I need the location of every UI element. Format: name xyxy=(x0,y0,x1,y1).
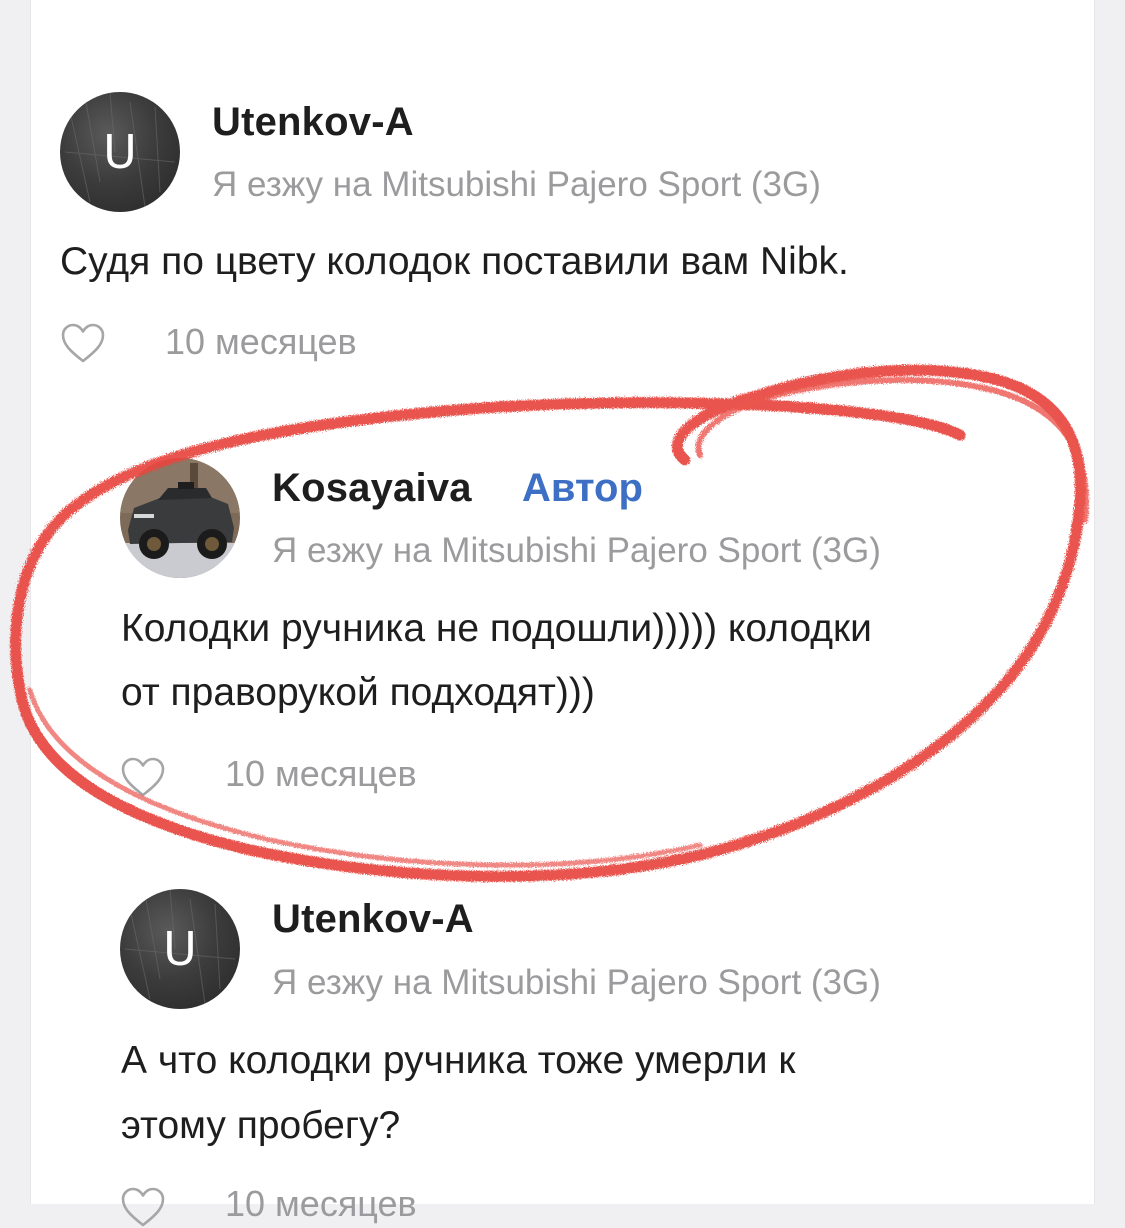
car-line[interactable]: Я езжу на Mitsubishi Pajero Sport (3G) xyxy=(272,963,881,1003)
username[interactable]: Kosayaiva xyxy=(272,466,472,511)
user-avatar[interactable]: U xyxy=(120,889,240,1009)
comment-time: 10 месяцев xyxy=(225,753,417,794)
author-badge: Автор xyxy=(522,466,643,510)
car-photo-icon xyxy=(120,458,240,578)
comment-text-line-2: этому пробегу? xyxy=(121,1104,401,1147)
avatar-letter: U xyxy=(163,922,197,976)
comment-time: 10 месяцев xyxy=(225,1183,417,1224)
user-avatar-photo[interactable] xyxy=(120,458,240,578)
avatar-letter: U xyxy=(103,125,137,179)
car-line[interactable]: Я езжу на Mitsubishi Pajero Sport (3G) xyxy=(272,531,881,571)
comment-text-line-1: А что колодки ручника тоже умерли к xyxy=(121,1039,796,1082)
comment-text-line-1: Судя по цвету колодок поставили вам Nibk… xyxy=(60,240,849,283)
car-line[interactable]: Я езжу на Mitsubishi Pajero Sport (3G) xyxy=(212,165,821,205)
username[interactable]: Utenkov-A xyxy=(212,100,414,145)
heart-outline-icon[interactable] xyxy=(120,1186,166,1228)
heart-outline-icon[interactable] xyxy=(120,756,166,798)
comment-text-line-1: Колодки ручника не подошли))))) колодки xyxy=(121,607,872,650)
comment-text-line-2: от праворукой подходят))) xyxy=(121,671,595,714)
heart-outline-icon[interactable] xyxy=(60,322,106,364)
username[interactable]: Utenkov-A xyxy=(272,897,474,942)
comment-time: 10 месяцев xyxy=(165,321,357,362)
user-avatar[interactable]: U xyxy=(60,92,180,212)
